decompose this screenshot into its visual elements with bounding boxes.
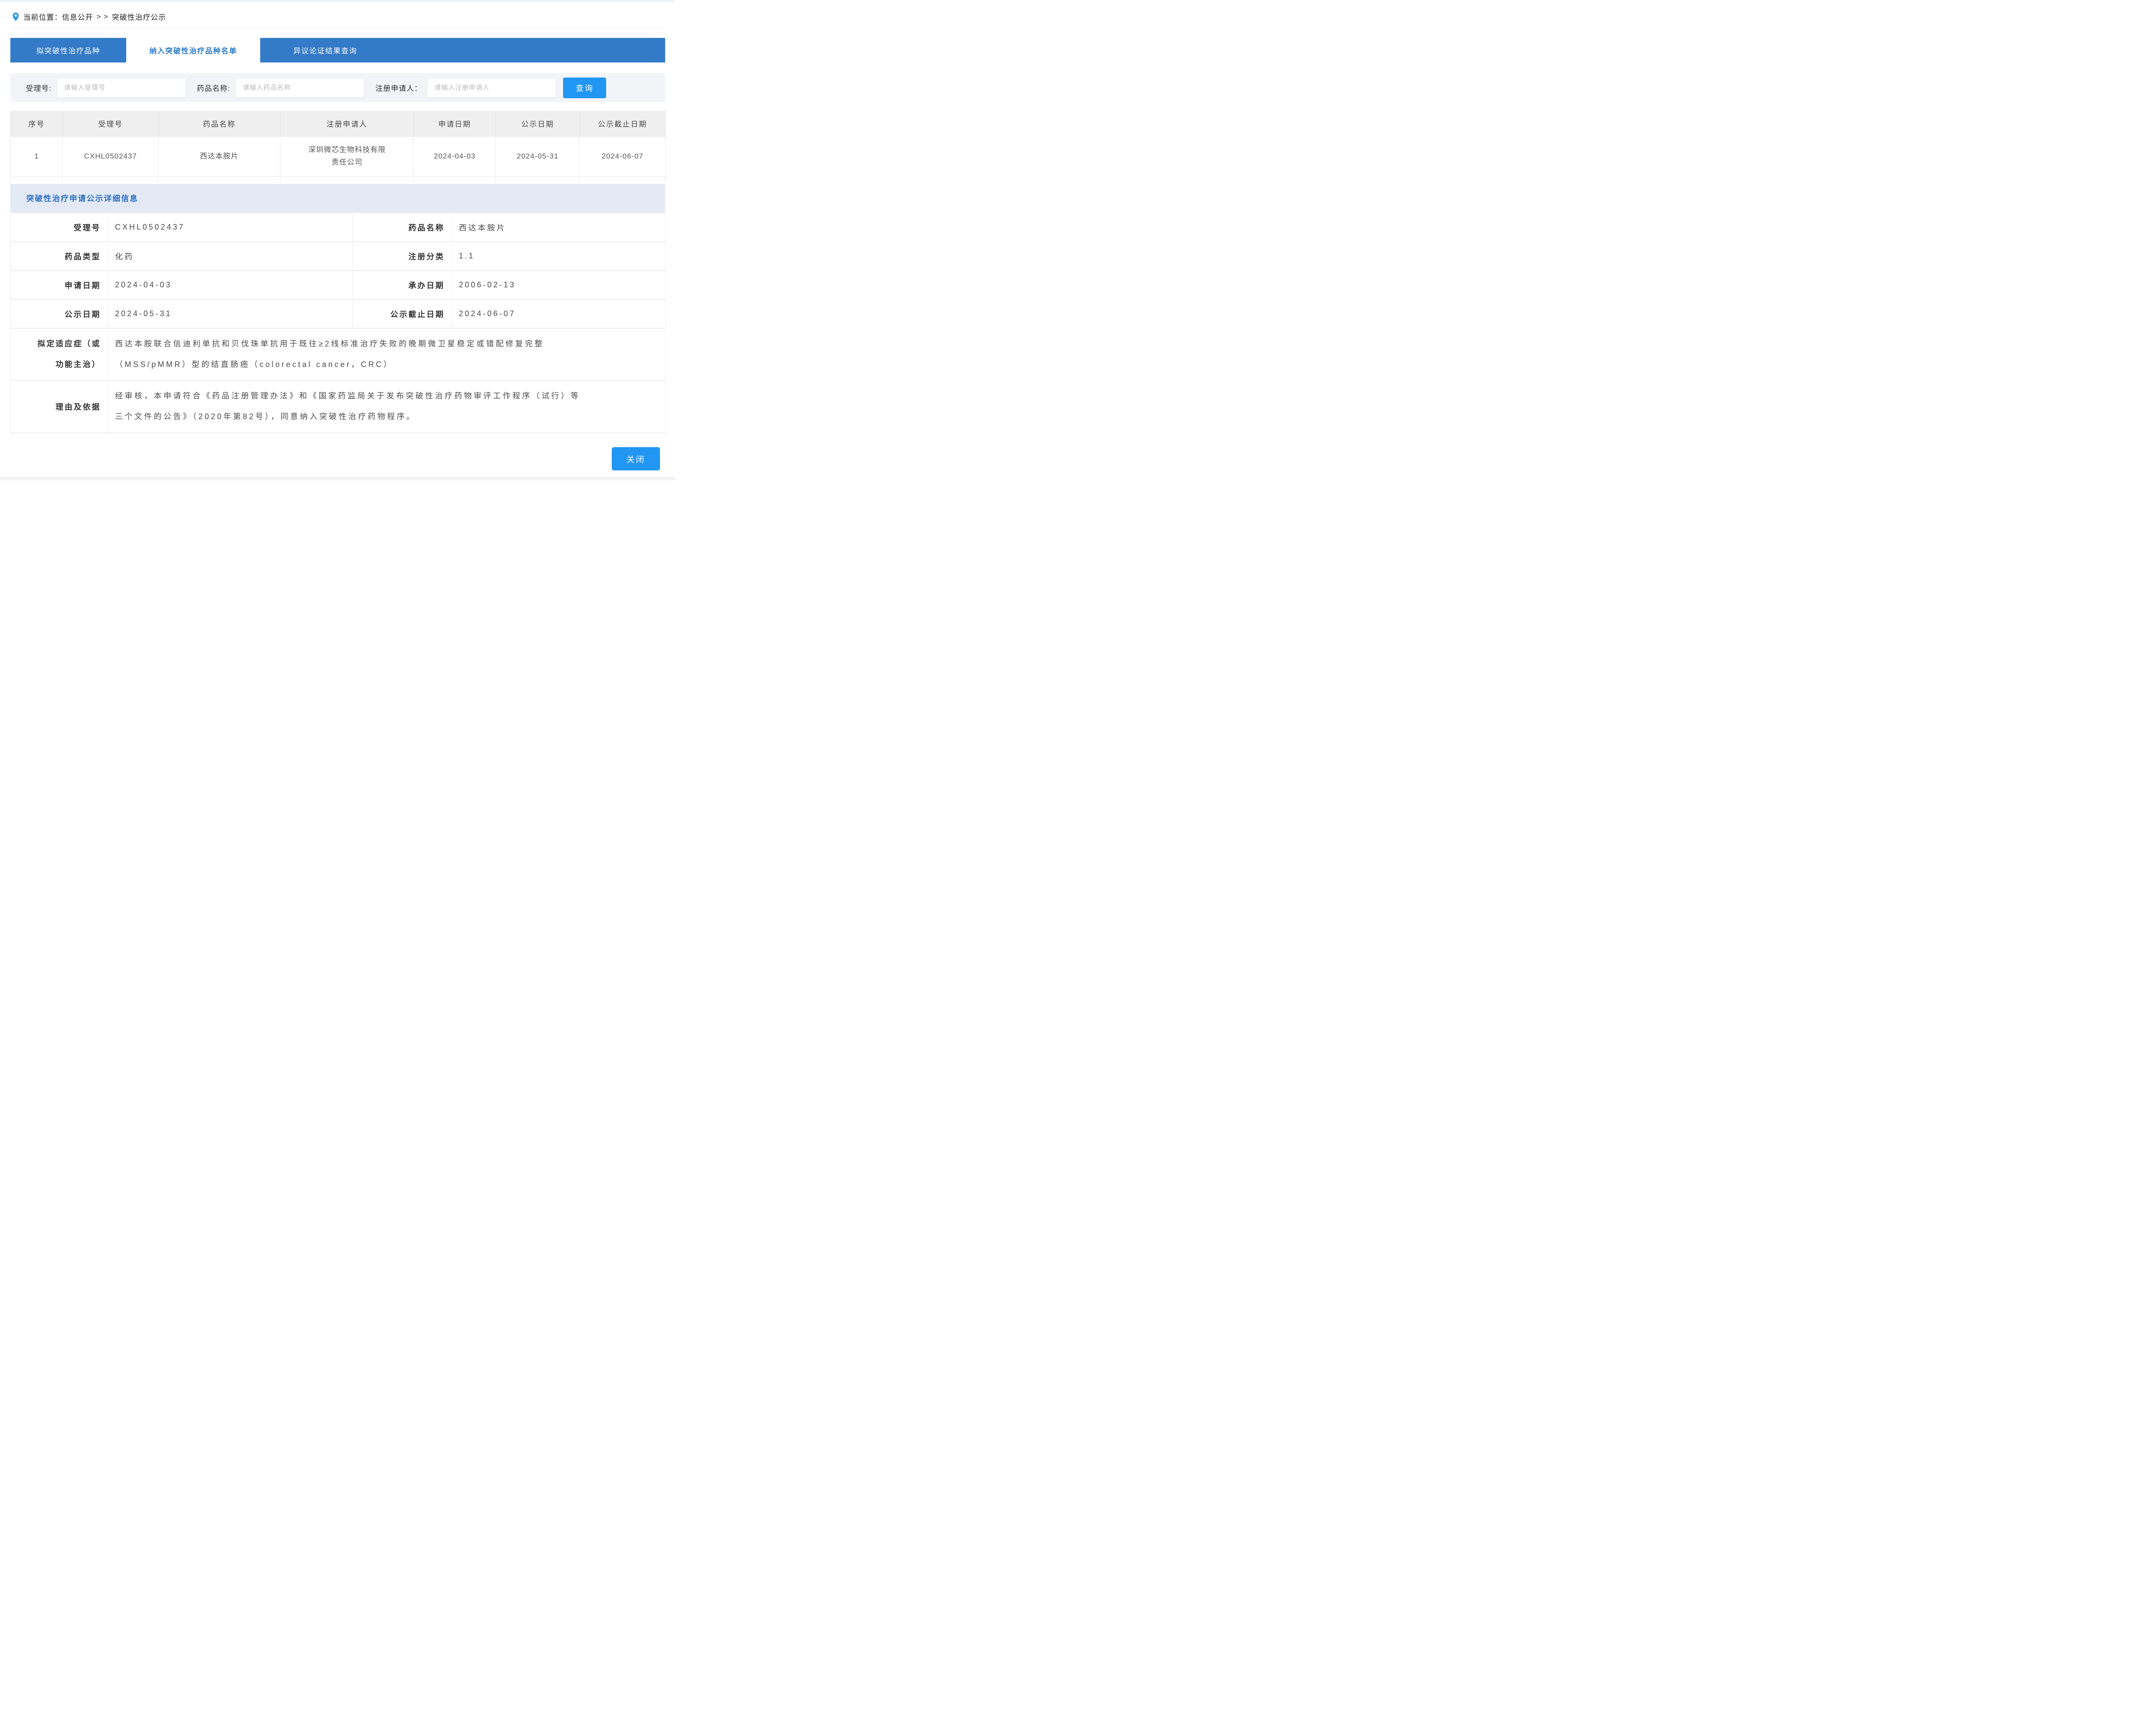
location-pin-icon [12,12,19,22]
search-form: 受理号: 药品名称: 注册申请人： 查询 [10,73,665,102]
tab-objection-results[interactable]: 异议论证结果查询 [260,38,390,62]
detail-label-drug-type: 药品类型 [11,242,108,271]
col-header-drug-name: 药品名称 [159,111,280,137]
col-header-acceptance-no: 受理号 [63,111,159,137]
cell-publicity-end-date: 2024-06-07 [580,137,666,177]
col-header-seq: 序号 [11,111,63,137]
detail-label-registration-class: 注册分类 [353,242,452,271]
detail-value-publicity-end-date: 2024-06-07 [452,299,666,328]
breadcrumb-prefix: 当前位置： [23,11,62,22]
cell-drug-name: 西达本胺片 [159,137,280,177]
detail-row: 公示日期 2024-05-31 公示截止日期 2024-06-07 [11,299,666,328]
detail-panel: 突破性治疗申请公示详细信息 受理号 CXHL0502437 药品名称 西达本胺片… [10,184,665,433]
acceptance-no-label: 受理号: [26,82,52,93]
detail-label-reason-basis: 理由及依据 [11,380,108,432]
close-button[interactable]: 关闭 [612,447,660,470]
detail-panel-header: 突破性治疗申请公示详细信息 [10,184,665,212]
breadcrumb-current: 突破性治疗公示 [112,11,166,22]
detail-value-proposed-indication: 西达本胺联合信迪利单抗和贝伐珠单抗用于既往≥2线标准治疗失败的晚期微卫星稳定或错… [108,328,666,380]
detail-row: 药品类型 化药 注册分类 1.1 [11,242,666,271]
detail-value-reason-basis: 经审核，本申请符合《药品注册管理办法》和《国家药监局关于发布突破性治疗药物审评工… [108,380,666,432]
cell-acceptance-no: CXHL0502437 [63,137,159,177]
breadcrumb-separator: > > [96,12,109,21]
acceptance-no-input[interactable] [57,78,186,98]
col-header-publicity-date: 公示日期 [496,111,580,137]
detail-value-undertake-date: 2006-02-13 [452,271,666,299]
col-header-publicity-end-date: 公示截止日期 [580,111,666,137]
query-button[interactable]: 查询 [563,78,606,98]
top-accent-band [0,0,675,3]
tab-proposed-breakthrough[interactable]: 拟突破性治疗品种 [10,38,126,62]
table-row-partial [11,177,666,184]
detail-row: 申请日期 2024-04-03 承办日期 2006-02-13 [11,271,666,299]
detail-value-registration-class: 1.1 [452,242,666,271]
detail-label-publicity-end-date: 公示截止日期 [353,299,452,328]
col-header-apply-date: 申请日期 [414,111,496,137]
table-row[interactable]: 1 CXHL0502437 西达本胺片 深圳微芯生物科技有限责任公司 2024-… [11,137,666,177]
detail-label-proposed-indication: 拟定适应症（或功能主治） [11,328,108,380]
applicant-label: 注册申请人： [375,82,422,93]
cell-applicant: 深圳微芯生物科技有限责任公司 [280,137,414,177]
detail-value-acceptance-no: CXHL0502437 [108,213,353,242]
detail-value-apply-date: 2024-04-03 [108,271,353,299]
detail-panel-title: 突破性治疗申请公示详细信息 [26,193,138,204]
col-header-applicant: 注册申请人 [280,111,414,137]
detail-row: 拟定适应症（或功能主治） 西达本胺联合信迪利单抗和贝伐珠单抗用于既往≥2线标准治… [11,328,666,380]
detail-label-drug-name: 药品名称 [353,213,452,242]
detail-value-drug-type: 化药 [108,242,353,271]
cell-publicity-date: 2024-05-31 [496,137,580,177]
detail-value-drug-name: 西达本胺片 [452,213,666,242]
breadcrumb: 当前位置： 信息公开 > > 突破性治疗公示 [12,11,166,22]
tab-included-breakthrough-list[interactable]: 纳入突破性治疗品种名单 [126,38,260,62]
applicant-input[interactable] [427,78,556,98]
tab-bar: 拟突破性治疗品种 纳入突破性治疗品种名单 异议论证结果查询 [10,38,665,62]
acceptance-no-group: 受理号: [26,78,186,98]
cell-seq: 1 [11,137,63,177]
results-header-row: 序号 受理号 药品名称 注册申请人 申请日期 公示日期 公示截止日期 [11,111,666,137]
bottom-strip [0,476,675,480]
detail-label-acceptance-no: 受理号 [11,213,108,242]
detail-value-publicity-date: 2024-05-31 [108,299,353,328]
applicant-group: 注册申请人： [375,78,556,98]
drug-name-input[interactable] [235,78,364,98]
cell-apply-date: 2024-04-03 [414,137,496,177]
drug-name-group: 药品名称: [197,78,365,98]
results-table: 序号 受理号 药品名称 注册申请人 申请日期 公示日期 公示截止日期 1 CXH… [10,111,666,184]
detail-table: 受理号 CXHL0502437 药品名称 西达本胺片 药品类型 化药 注册分类 … [10,212,666,433]
detail-row: 受理号 CXHL0502437 药品名称 西达本胺片 [11,213,666,242]
detail-label-publicity-date: 公示日期 [11,299,108,328]
detail-label-undertake-date: 承办日期 [353,271,452,299]
detail-row: 理由及依据 经审核，本申请符合《药品注册管理办法》和《国家药监局关于发布突破性治… [11,380,666,432]
detail-label-apply-date: 申请日期 [11,271,108,299]
drug-name-label: 药品名称: [197,82,230,93]
breadcrumb-parent-link[interactable]: 信息公开 [62,11,93,22]
